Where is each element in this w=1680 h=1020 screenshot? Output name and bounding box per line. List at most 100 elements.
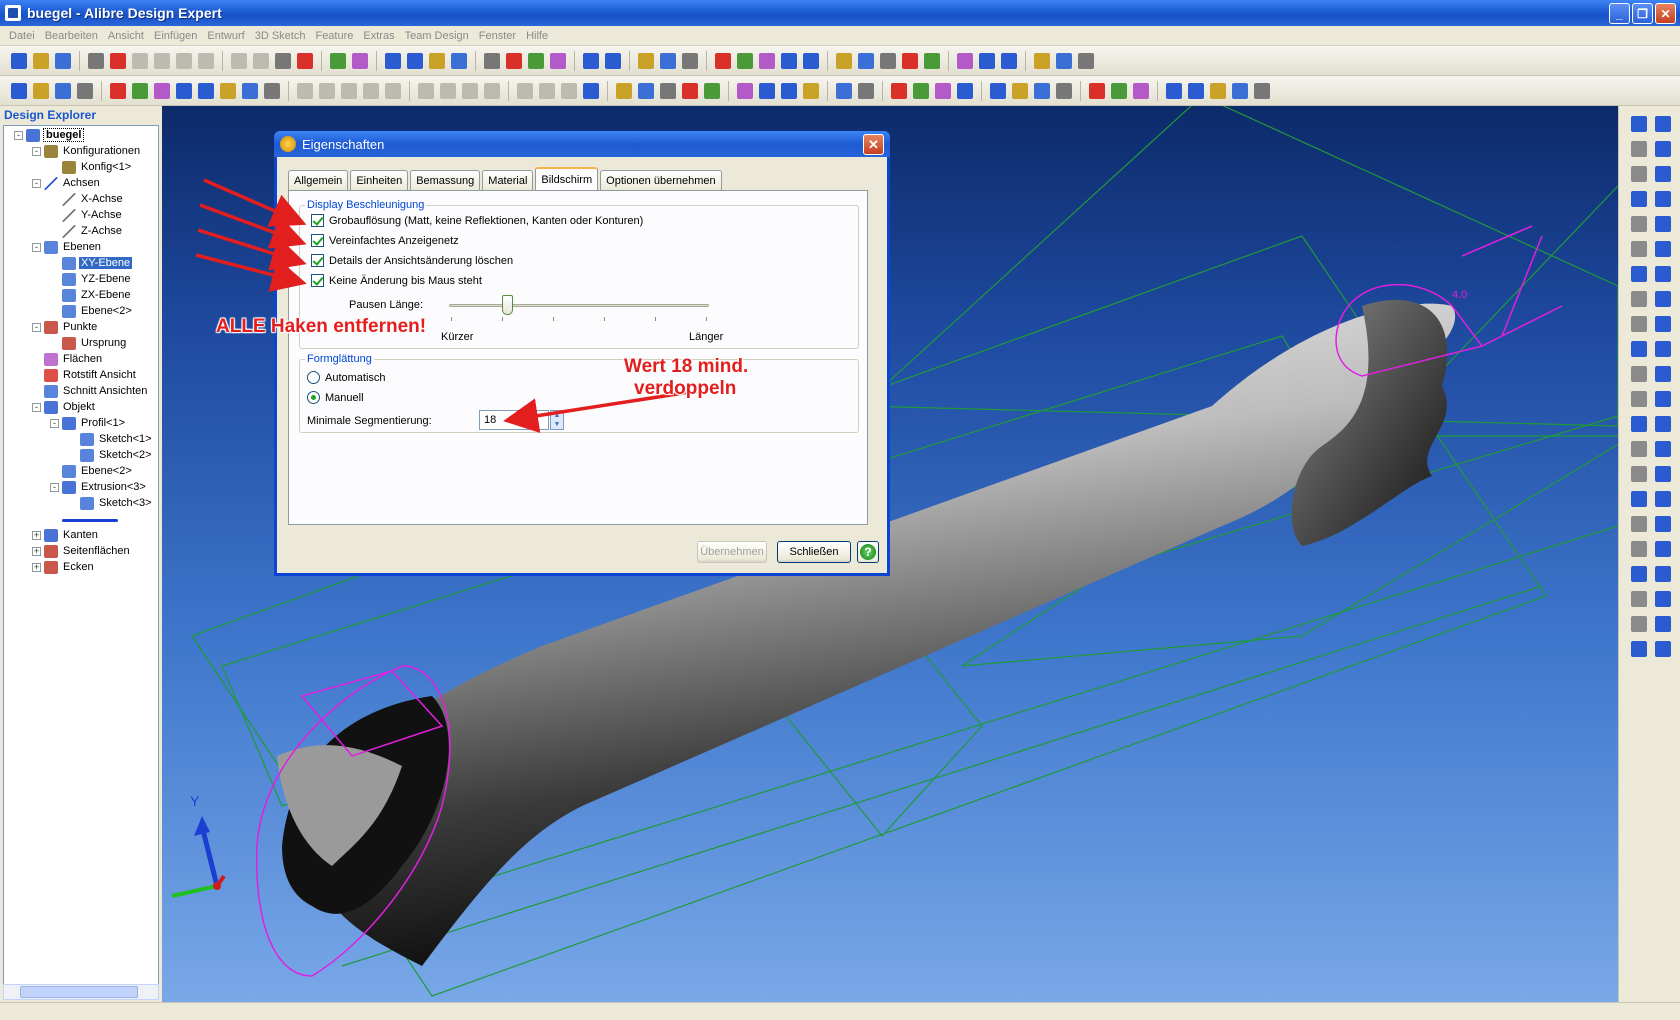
toolbar-button-icon[interactable] bbox=[660, 82, 676, 99]
tab-einheiten[interactable]: Einheiten bbox=[350, 170, 409, 190]
tree-item[interactable]: Rotstift Ansicht bbox=[32, 367, 138, 383]
tree-item[interactable]: X-Achse bbox=[50, 191, 125, 207]
collapse-icon[interactable]: - bbox=[50, 418, 59, 428]
toolbar-button-icon[interactable] bbox=[704, 82, 720, 99]
toolbar-button-icon[interactable] bbox=[297, 52, 313, 69]
expand-icon[interactable]: + bbox=[32, 546, 41, 556]
toolbar-button-icon[interactable] bbox=[198, 82, 214, 99]
toolbar-button-icon[interactable] bbox=[264, 82, 280, 99]
explorer-scrollbar[interactable] bbox=[3, 984, 159, 1000]
toolbar-button-icon[interactable] bbox=[231, 52, 247, 69]
toolbar-button-icon[interactable] bbox=[1631, 366, 1647, 382]
checkbox-coarse-resolution[interactable]: Grobauflösung (Matt, keine Reflektionen,… bbox=[311, 214, 643, 227]
toolbar-button-icon[interactable] bbox=[462, 82, 478, 99]
toolbar-button-icon[interactable] bbox=[1631, 341, 1647, 357]
toolbar-button-icon[interactable] bbox=[638, 52, 654, 69]
toolbar-button-icon[interactable] bbox=[737, 52, 753, 69]
collapse-icon[interactable]: - bbox=[32, 402, 41, 412]
toolbar-button-icon[interactable] bbox=[990, 82, 1006, 99]
close-window-button[interactable]: ✕ bbox=[1655, 3, 1676, 24]
tree-item[interactable]: Ebene<2> bbox=[50, 303, 134, 319]
tree-item[interactable]: + Ecken bbox=[32, 559, 96, 575]
tree-item[interactable]: - Punkte bbox=[32, 319, 99, 335]
toolbar-button-icon[interactable] bbox=[451, 52, 467, 69]
toolbar-button-icon[interactable] bbox=[836, 82, 852, 99]
toolbar-button-icon[interactable] bbox=[88, 52, 104, 69]
minimize-button[interactable]: _ bbox=[1609, 3, 1630, 24]
radio-automatic[interactable]: Automatisch bbox=[307, 371, 386, 384]
toolbar-button-icon[interactable] bbox=[1056, 82, 1072, 99]
toolbar-button-icon[interactable] bbox=[638, 82, 654, 99]
toolbar-button-icon[interactable] bbox=[1631, 166, 1647, 182]
toolbar-button-icon[interactable] bbox=[176, 82, 192, 99]
toolbar-button-icon[interactable] bbox=[616, 82, 632, 99]
toolbar-button-icon[interactable] bbox=[1655, 416, 1671, 432]
toolbar-button-icon[interactable] bbox=[1655, 616, 1671, 632]
toolbar-button-icon[interactable] bbox=[1631, 516, 1647, 532]
toolbar-button-icon[interactable] bbox=[561, 82, 577, 99]
toolbar-button-icon[interactable] bbox=[1631, 566, 1647, 582]
toolbar-button-icon[interactable] bbox=[484, 52, 500, 69]
toolbar-button-icon[interactable] bbox=[1631, 616, 1647, 632]
apply-button[interactable]: Übernehmen bbox=[697, 541, 767, 563]
toolbar-button-icon[interactable] bbox=[484, 82, 500, 99]
tree-item[interactable]: Sketch<2> bbox=[68, 447, 154, 463]
toolbar-button-icon[interactable] bbox=[858, 52, 874, 69]
collapse-icon[interactable]: - bbox=[32, 178, 41, 188]
toolbar-button-icon[interactable] bbox=[1655, 291, 1671, 307]
toolbar-button-icon[interactable] bbox=[11, 52, 27, 69]
spin-up-icon[interactable]: ▲ bbox=[551, 411, 563, 420]
toolbar-button-icon[interactable] bbox=[913, 82, 929, 99]
toolbar-button-icon[interactable] bbox=[132, 82, 148, 99]
tree-item[interactable]: - Profil<1> bbox=[50, 415, 127, 431]
expand-icon[interactable]: + bbox=[32, 530, 41, 540]
toolbar-button-icon[interactable] bbox=[506, 52, 522, 69]
tree-item[interactable]: - buegel bbox=[14, 127, 85, 143]
toolbar-button-icon[interactable] bbox=[407, 52, 423, 69]
tree-item[interactable]: Ursprung bbox=[50, 335, 128, 351]
toolbar-button-icon[interactable] bbox=[528, 52, 544, 69]
toolbar-button-icon[interactable] bbox=[935, 82, 951, 99]
tree-item[interactable]: Flächen bbox=[32, 351, 104, 367]
menu-entwurf[interactable]: Entwurf bbox=[202, 30, 249, 42]
tree-item[interactable]: - Achsen bbox=[32, 175, 102, 191]
toolbar-button-icon[interactable] bbox=[110, 82, 126, 99]
min-segmentation-spinner[interactable]: ▲ ▼ bbox=[550, 410, 564, 430]
tree-item[interactable] bbox=[50, 511, 125, 527]
toolbar-button-icon[interactable] bbox=[924, 52, 940, 69]
toolbar-button-icon[interactable] bbox=[11, 82, 27, 99]
toolbar-button-icon[interactable] bbox=[198, 52, 214, 69]
tree-item[interactable]: Schnitt Ansichten bbox=[32, 383, 149, 399]
toolbar-button-icon[interactable] bbox=[297, 82, 313, 99]
maximize-button[interactable]: ❐ bbox=[1632, 3, 1653, 24]
toolbar-button-icon[interactable] bbox=[1056, 52, 1072, 69]
pause-length-slider[interactable] bbox=[449, 295, 719, 329]
toolbar-button-icon[interactable] bbox=[1655, 116, 1671, 132]
toolbar-button-icon[interactable] bbox=[1655, 441, 1671, 457]
toolbar-button-icon[interactable] bbox=[1001, 52, 1017, 69]
toolbar-button-icon[interactable] bbox=[385, 52, 401, 69]
toolbar-button-icon[interactable] bbox=[1655, 591, 1671, 607]
tab-bemassung[interactable]: Bemassung bbox=[410, 170, 481, 190]
toolbar-button-icon[interactable] bbox=[1655, 316, 1671, 332]
toolbar-button-icon[interactable] bbox=[1631, 191, 1647, 207]
tree-item[interactable]: + Seitenflächen bbox=[32, 543, 132, 559]
toolbar-button-icon[interactable] bbox=[1631, 116, 1647, 132]
toolbar-button-icon[interactable] bbox=[583, 82, 599, 99]
tree-item[interactable]: YZ-Ebene bbox=[50, 271, 133, 287]
toolbar-button-icon[interactable] bbox=[858, 82, 874, 99]
toolbar-button-icon[interactable] bbox=[1210, 82, 1226, 99]
radio-manual[interactable]: Manuell bbox=[307, 391, 364, 404]
toolbar-button-icon[interactable] bbox=[275, 52, 291, 69]
toolbar-button-icon[interactable] bbox=[176, 52, 192, 69]
collapse-icon[interactable]: - bbox=[32, 146, 41, 156]
toolbar-button-icon[interactable] bbox=[242, 82, 258, 99]
tree-item[interactable]: - Extrusion<3> bbox=[50, 479, 148, 495]
menu-feature[interactable]: Feature bbox=[310, 30, 358, 42]
toolbar-button-icon[interactable] bbox=[1655, 241, 1671, 257]
toolbar-button-icon[interactable] bbox=[1631, 466, 1647, 482]
tree-item[interactable]: + Kanten bbox=[32, 527, 100, 543]
toolbar-button-icon[interactable] bbox=[1631, 491, 1647, 507]
menu-hilfe[interactable]: Hilfe bbox=[521, 30, 553, 42]
toolbar-button-icon[interactable] bbox=[1655, 366, 1671, 382]
